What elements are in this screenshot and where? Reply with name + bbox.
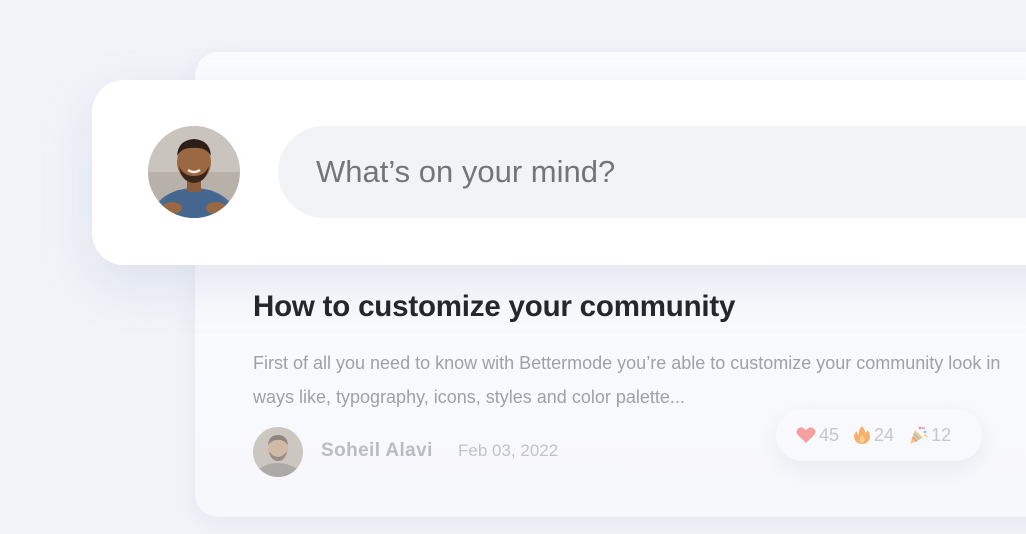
party-popper-icon	[910, 426, 928, 444]
reaction-fire[interactable]: 24	[853, 425, 894, 446]
heart-icon	[796, 427, 816, 443]
post-date: Feb 03, 2022	[458, 441, 559, 460]
reaction-heart[interactable]: 45	[796, 425, 839, 446]
post-composer	[92, 80, 1026, 265]
author-name[interactable]: Soheil Alavi	[321, 440, 433, 462]
reaction-party[interactable]: 12	[908, 425, 951, 446]
post-title[interactable]: How to customize your community	[253, 290, 735, 324]
reaction-count: 45	[819, 424, 840, 445]
author-avatar-photo	[253, 427, 303, 477]
feed-stage: How to customize your community First of…	[0, 0, 1026, 534]
post-excerpt-line: First of all you need to know with Bette…	[253, 353, 1001, 373]
reaction-count: 24	[874, 424, 895, 445]
reaction-count: 12	[931, 424, 952, 445]
post-excerpt: First of all you need to know with Bette…	[253, 346, 1026, 414]
post-composer-input[interactable]	[278, 126, 1026, 218]
user-avatar-photo	[148, 126, 240, 218]
user-avatar[interactable]	[148, 126, 240, 218]
fire-icon	[854, 426, 870, 444]
author-avatar[interactable]	[253, 427, 303, 477]
reactions-bar: 45 24 12	[776, 409, 982, 461]
